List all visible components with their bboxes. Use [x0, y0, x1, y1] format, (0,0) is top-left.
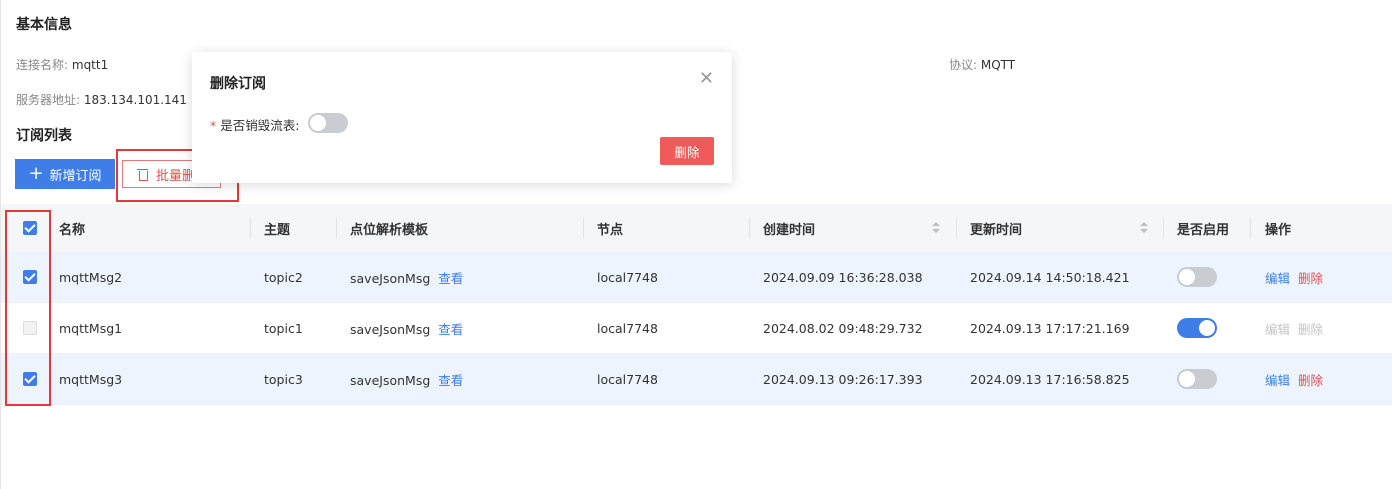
- row-actions: 编辑 删除: [1265, 370, 1323, 389]
- table-row: mqttMsg3 topic3 saveJsonMsg 查看 local7748…: [1, 354, 1392, 405]
- column-divider: [749, 218, 750, 238]
- table-row: mqttMsg1 topic1 saveJsonMsg 查看 local7748…: [1, 303, 1392, 354]
- required-asterisk: *: [210, 118, 217, 133]
- destroy-flow-table-label: 是否销毁流表:: [220, 118, 300, 133]
- row-updated: 2024.09.13 17:16:58.825: [970, 371, 1130, 387]
- column-divider: [956, 218, 957, 238]
- row-template-value: saveJsonMsg: [350, 270, 431, 286]
- toggle-knob: [1179, 371, 1195, 387]
- basic-info-title: 基本信息: [16, 17, 72, 33]
- header-template: 点位解析模板: [350, 222, 429, 238]
- row-created: 2024.09.13 09:26:17.393: [763, 371, 923, 387]
- delete-link-disabled: 删除: [1297, 321, 1323, 337]
- sort-icon[interactable]: [1140, 222, 1148, 234]
- dialog-title: 删除订阅: [210, 76, 266, 92]
- row-updated: 2024.09.13 17:17:21.169: [970, 320, 1130, 336]
- row-template: saveJsonMsg 查看: [350, 268, 463, 287]
- column-divider: [250, 218, 251, 238]
- delete-subscription-dialog: 删除订阅 ✕ * 是否销毁流表: 删除: [192, 52, 732, 183]
- enable-toggle[interactable]: [1177, 267, 1217, 287]
- add-subscription-label: 新增订阅: [49, 168, 102, 184]
- column-divider: [583, 218, 584, 238]
- server-address-label: 服务器地址:: [16, 93, 81, 107]
- header-created[interactable]: 创建时间: [763, 219, 815, 238]
- row-updated: 2024.09.14 14:50:18.421: [970, 269, 1130, 285]
- server-address-value: 183.134.101.141: [83, 93, 187, 107]
- connection-name-value: mqtt1: [71, 58, 109, 72]
- row-name: mqttMsg1: [59, 320, 123, 336]
- row-topic: topic3: [264, 371, 303, 387]
- header-updated[interactable]: 更新时间: [970, 219, 1022, 238]
- close-icon[interactable]: ✕: [699, 68, 714, 89]
- annotation-box-checkboxes: [5, 210, 51, 406]
- row-node: local7748: [597, 371, 658, 387]
- row-template-value: saveJsonMsg: [350, 321, 431, 337]
- toggle-knob: [1199, 320, 1215, 336]
- row-node: local7748: [597, 320, 658, 336]
- header-enabled: 是否启用: [1177, 222, 1230, 238]
- row-topic: topic2: [264, 269, 303, 285]
- header-actions: 操作: [1265, 222, 1292, 238]
- delete-link[interactable]: 删除: [1298, 373, 1323, 388]
- column-divider: [1163, 218, 1164, 238]
- enable-toggle[interactable]: [1177, 369, 1217, 389]
- header-node: 节点: [597, 222, 624, 238]
- row-template: saveJsonMsg 查看: [350, 319, 463, 338]
- enable-toggle[interactable]: [1177, 318, 1217, 338]
- server-address-field: 服务器地址: 183.134.101.141: [16, 91, 187, 108]
- destroy-flow-table-toggle[interactable]: [308, 113, 348, 133]
- toggle-knob: [1179, 269, 1195, 285]
- confirm-delete-button[interactable]: 删除: [660, 137, 714, 165]
- row-template: saveJsonMsg 查看: [350, 370, 463, 389]
- protocol-field: 协议: MQTT: [949, 56, 1015, 73]
- subscription-table: 名称 主题 点位解析模板 节点 创建时间 更新时间 是否启用 操作 mqttMs…: [1, 204, 1392, 405]
- toggle-knob: [310, 115, 326, 131]
- protocol-value: MQTT: [980, 58, 1016, 72]
- row-topic: topic1: [264, 320, 303, 336]
- row-actions: 编辑 删除: [1265, 268, 1323, 287]
- header-name: 名称: [59, 222, 86, 238]
- protocol-label: 协议:: [949, 58, 978, 72]
- edit-link[interactable]: 编辑: [1265, 373, 1290, 388]
- row-created: 2024.09.09 16:36:28.038: [763, 269, 923, 285]
- row-name: mqttMsg3: [59, 371, 123, 387]
- destroy-flow-table-field: * 是否销毁流表:: [210, 115, 299, 134]
- add-subscription-button[interactable]: + 新增订阅: [15, 159, 115, 189]
- column-divider: [336, 218, 337, 238]
- row-created: 2024.08.02 09:48:29.732: [763, 320, 923, 336]
- view-link[interactable]: 查看: [438, 271, 463, 286]
- edit-link[interactable]: 编辑: [1265, 271, 1290, 286]
- delete-link[interactable]: 删除: [1298, 271, 1323, 286]
- row-actions: 编辑 删除: [1265, 319, 1323, 338]
- connection-name-label: 连接名称:: [16, 58, 69, 72]
- table-row: mqttMsg2 topic2 saveJsonMsg 查看 local7748…: [1, 252, 1392, 303]
- connection-name-field: 连接名称: mqtt1: [16, 56, 108, 73]
- edit-link-disabled: 编辑: [1265, 321, 1291, 337]
- row-name: mqttMsg2: [59, 269, 123, 285]
- header-topic: 主题: [264, 222, 291, 238]
- row-template-value: saveJsonMsg: [350, 372, 431, 388]
- sort-icon[interactable]: [932, 222, 940, 234]
- subscription-list-title: 订阅列表: [16, 128, 72, 144]
- view-link[interactable]: 查看: [438, 322, 463, 337]
- table-header: 名称 主题 点位解析模板 节点 创建时间 更新时间 是否启用 操作: [1, 204, 1392, 252]
- row-node: local7748: [597, 269, 658, 285]
- column-divider: [1250, 218, 1251, 238]
- plus-icon: +: [28, 163, 44, 184]
- view-link[interactable]: 查看: [438, 373, 463, 388]
